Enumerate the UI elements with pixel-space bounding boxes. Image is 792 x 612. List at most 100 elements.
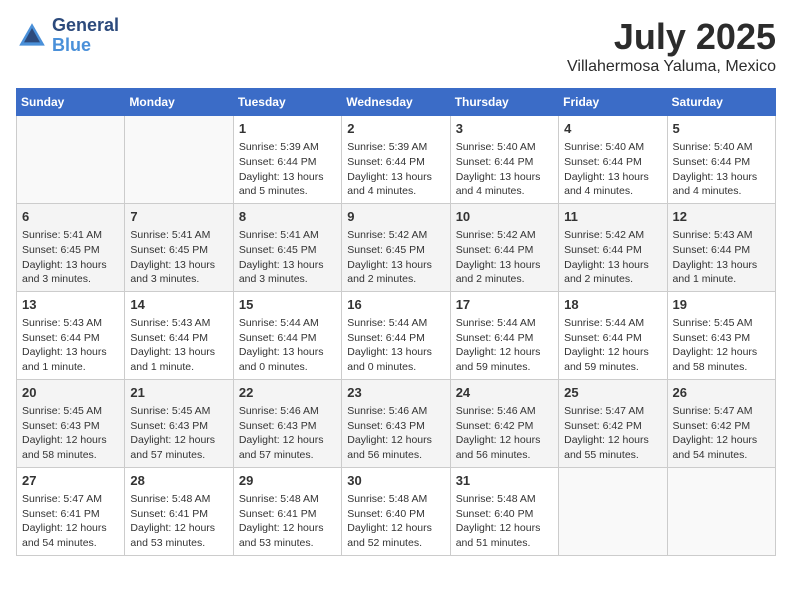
day-info: Sunrise: 5:39 AM Sunset: 6:44 PM Dayligh… [347, 140, 444, 199]
weekday-header-wednesday: Wednesday [342, 89, 450, 116]
day-number: 16 [347, 296, 444, 314]
logo: General Blue [16, 16, 119, 56]
day-number: 10 [456, 208, 553, 226]
calendar-cell [559, 467, 667, 555]
calendar-cell: 6 Sunrise: 5:41 AM Sunset: 6:45 PM Daylig… [17, 203, 125, 291]
day-info: Sunrise: 5:48 AM Sunset: 6:41 PM Dayligh… [239, 492, 336, 551]
title-block: July 2025 Villahermosa Yaluma, Mexico [567, 16, 776, 76]
page-header: General Blue July 2025 Villahermosa Yalu… [16, 16, 776, 76]
day-number: 9 [347, 208, 444, 226]
calendar-cell: 17 Sunrise: 5:44 AM Sunset: 6:44 PM Dayli… [450, 291, 558, 379]
calendar-cell: 2 Sunrise: 5:39 AM Sunset: 6:44 PM Daylig… [342, 116, 450, 204]
calendar-cell: 25 Sunrise: 5:47 AM Sunset: 6:42 PM Dayli… [559, 379, 667, 467]
calendar-cell [125, 116, 233, 204]
day-info: Sunrise: 5:48 AM Sunset: 6:40 PM Dayligh… [456, 492, 553, 551]
weekday-header-friday: Friday [559, 89, 667, 116]
day-number: 27 [22, 472, 119, 490]
calendar-cell: 27 Sunrise: 5:47 AM Sunset: 6:41 PM Dayli… [17, 467, 125, 555]
day-number: 5 [673, 120, 770, 138]
day-number: 3 [456, 120, 553, 138]
day-number: 1 [239, 120, 336, 138]
calendar-cell: 14 Sunrise: 5:43 AM Sunset: 6:44 PM Dayli… [125, 291, 233, 379]
day-number: 8 [239, 208, 336, 226]
day-number: 28 [130, 472, 227, 490]
calendar-cell: 20Sunrise: 5:45 AM Sunset: 6:43 PM Dayli… [17, 379, 125, 467]
day-info: Sunrise: 5:47 AM Sunset: 6:41 PM Dayligh… [22, 492, 119, 551]
day-info: Sunrise: 5:40 AM Sunset: 6:44 PM Dayligh… [564, 140, 661, 199]
calendar-cell: 22Sunrise: 5:46 AM Sunset: 6:43 PM Dayli… [233, 379, 341, 467]
calendar-cell [17, 116, 125, 204]
day-info: Sunrise: 5:45 AM Sunset: 6:43 PM Dayligh… [130, 404, 227, 463]
day-info: Sunrise: 5:48 AM Sunset: 6:41 PM Dayligh… [130, 492, 227, 551]
day-number: 7 [130, 208, 227, 226]
day-info: Sunrise: 5:47 AM Sunset: 6:42 PM Dayligh… [564, 404, 661, 463]
calendar-cell: 29 Sunrise: 5:48 AM Sunset: 6:41 PM Dayli… [233, 467, 341, 555]
calendar-cell: 10 Sunrise: 5:42 AM Sunset: 6:44 PM Dayli… [450, 203, 558, 291]
calendar-week-3: 13 Sunrise: 5:43 AM Sunset: 6:44 PM Dayli… [17, 291, 776, 379]
calendar-cell: 5Sunrise: 5:40 AM Sunset: 6:44 PM Daylig… [667, 116, 775, 204]
day-info: Sunrise: 5:46 AM Sunset: 6:42 PM Dayligh… [456, 404, 553, 463]
day-number: 30 [347, 472, 444, 490]
day-info: Sunrise: 5:47 AM Sunset: 6:42 PM Dayligh… [673, 404, 770, 463]
calendar-cell: 31 Sunrise: 5:48 AM Sunset: 6:40 PM Dayli… [450, 467, 558, 555]
calendar-cell: 1 Sunrise: 5:39 AM Sunset: 6:44 PM Daylig… [233, 116, 341, 204]
calendar-week-1: 1 Sunrise: 5:39 AM Sunset: 6:44 PM Daylig… [17, 116, 776, 204]
day-info: Sunrise: 5:42 AM Sunset: 6:44 PM Dayligh… [564, 228, 661, 287]
calendar-cell: 8 Sunrise: 5:41 AM Sunset: 6:45 PM Daylig… [233, 203, 341, 291]
day-info: Sunrise: 5:42 AM Sunset: 6:44 PM Dayligh… [456, 228, 553, 287]
calendar-cell: 26Sunrise: 5:47 AM Sunset: 6:42 PM Dayli… [667, 379, 775, 467]
calendar-cell: 24 Sunrise: 5:46 AM Sunset: 6:42 PM Dayli… [450, 379, 558, 467]
weekday-header-tuesday: Tuesday [233, 89, 341, 116]
day-info: Sunrise: 5:44 AM Sunset: 6:44 PM Dayligh… [347, 316, 444, 375]
calendar-title: July 2025 [567, 16, 776, 58]
calendar-cell: 9 Sunrise: 5:42 AM Sunset: 6:45 PM Daylig… [342, 203, 450, 291]
calendar-cell: 18Sunrise: 5:44 AM Sunset: 6:44 PM Dayli… [559, 291, 667, 379]
calendar-week-5: 27 Sunrise: 5:47 AM Sunset: 6:41 PM Dayli… [17, 467, 776, 555]
day-info: Sunrise: 5:44 AM Sunset: 6:44 PM Dayligh… [456, 316, 553, 375]
day-number: 6 [22, 208, 119, 226]
day-info: Sunrise: 5:41 AM Sunset: 6:45 PM Dayligh… [239, 228, 336, 287]
day-number: 14 [130, 296, 227, 314]
calendar-cell: 11Sunrise: 5:42 AM Sunset: 6:44 PM Dayli… [559, 203, 667, 291]
calendar-cell: 30Sunrise: 5:48 AM Sunset: 6:40 PM Dayli… [342, 467, 450, 555]
calendar-cell: 13 Sunrise: 5:43 AM Sunset: 6:44 PM Dayli… [17, 291, 125, 379]
day-number: 15 [239, 296, 336, 314]
day-number: 31 [456, 472, 553, 490]
day-number: 2 [347, 120, 444, 138]
day-info: Sunrise: 5:43 AM Sunset: 6:44 PM Dayligh… [22, 316, 119, 375]
day-number: 13 [22, 296, 119, 314]
calendar-week-2: 6 Sunrise: 5:41 AM Sunset: 6:45 PM Daylig… [17, 203, 776, 291]
day-number: 21 [130, 384, 227, 402]
logo-icon [16, 20, 48, 52]
day-info: Sunrise: 5:43 AM Sunset: 6:44 PM Dayligh… [130, 316, 227, 375]
day-number: 4 [564, 120, 661, 138]
day-number: 20 [22, 384, 119, 402]
calendar-cell [667, 467, 775, 555]
day-number: 17 [456, 296, 553, 314]
day-number: 29 [239, 472, 336, 490]
weekday-header-row: SundayMondayTuesdayWednesdayThursdayFrid… [17, 89, 776, 116]
day-number: 12 [673, 208, 770, 226]
day-info: Sunrise: 5:39 AM Sunset: 6:44 PM Dayligh… [239, 140, 336, 199]
day-number: 22 [239, 384, 336, 402]
calendar-cell: 21 Sunrise: 5:45 AM Sunset: 6:43 PM Dayli… [125, 379, 233, 467]
calendar-cell: 19 Sunrise: 5:45 AM Sunset: 6:43 PM Dayli… [667, 291, 775, 379]
day-info: Sunrise: 5:41 AM Sunset: 6:45 PM Dayligh… [22, 228, 119, 287]
calendar-cell: 28 Sunrise: 5:48 AM Sunset: 6:41 PM Dayli… [125, 467, 233, 555]
weekday-header-monday: Monday [125, 89, 233, 116]
calendar-subtitle: Villahermosa Yaluma, Mexico [567, 58, 776, 76]
calendar-cell: 7 Sunrise: 5:41 AM Sunset: 6:45 PM Daylig… [125, 203, 233, 291]
day-info: Sunrise: 5:40 AM Sunset: 6:44 PM Dayligh… [456, 140, 553, 199]
day-info: Sunrise: 5:44 AM Sunset: 6:44 PM Dayligh… [564, 316, 661, 375]
day-info: Sunrise: 5:41 AM Sunset: 6:45 PM Dayligh… [130, 228, 227, 287]
day-info: Sunrise: 5:43 AM Sunset: 6:44 PM Dayligh… [673, 228, 770, 287]
calendar-table: SundayMondayTuesdayWednesdayThursdayFrid… [16, 88, 776, 556]
day-number: 24 [456, 384, 553, 402]
day-number: 23 [347, 384, 444, 402]
day-number: 25 [564, 384, 661, 402]
day-info: Sunrise: 5:42 AM Sunset: 6:45 PM Dayligh… [347, 228, 444, 287]
day-number: 19 [673, 296, 770, 314]
day-info: Sunrise: 5:45 AM Sunset: 6:43 PM Dayligh… [673, 316, 770, 375]
weekday-header-thursday: Thursday [450, 89, 558, 116]
weekday-header-saturday: Saturday [667, 89, 775, 116]
